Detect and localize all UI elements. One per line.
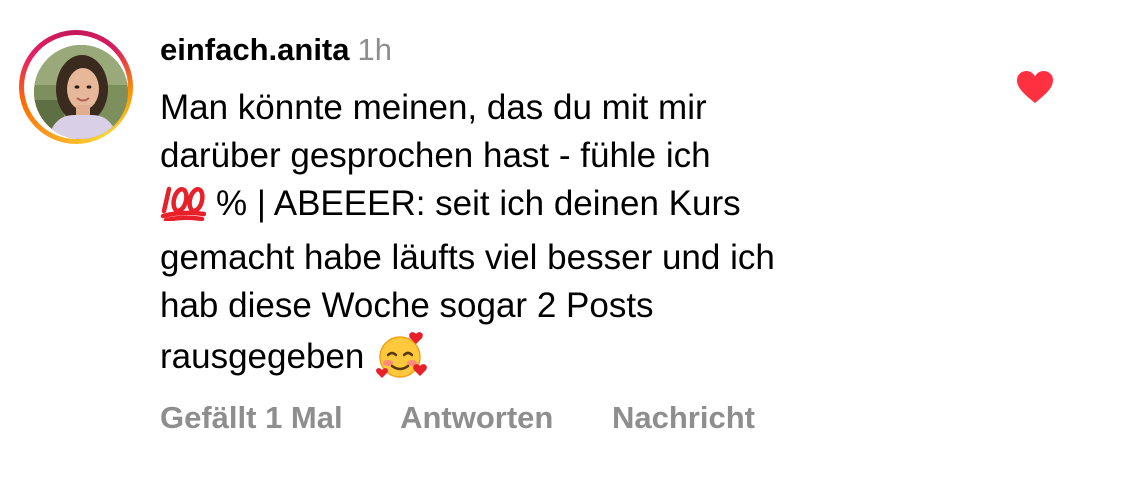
comment-line: % | ABEEER: seit ich deinen Kurs [160,180,960,234]
avatar[interactable] [19,30,133,144]
username[interactable]: einfach.anita [160,32,350,67]
comment-line-text: rausgegeben [160,337,365,376]
comment-line-text: % | ABEEER: seit ich deinen Kurs [216,184,741,223]
comment-line: rausgegeben [160,330,960,393]
reply-button[interactable]: Antworten [400,400,553,435]
likes-count-link[interactable]: Gefällt 1 Mal [160,400,343,435]
comment-text: Man könnte meinen, das du mit mir darübe… [160,84,960,393]
profile-photo [34,45,128,139]
comment-header: einfach.anita 1h [160,28,392,72]
hundred-points-emoji [160,183,207,234]
comment-item: einfach.anita 1h Man könnte meinen, das d… [0,0,1125,480]
message-button[interactable]: Nachricht [612,400,755,435]
profile-photo-illustration [34,45,128,139]
comment-line: Man könnte meinen, das du mit mir [160,88,707,127]
like-heart-icon[interactable] [1016,70,1054,104]
comment-line: darüber gesprochen hast - fühle ich [160,136,711,175]
timestamp: 1h [357,32,392,67]
comment-line: gemacht habe läufts viel besser und ich [160,238,775,277]
comment-actions: Gefällt 1 Mal Antworten Nachricht [160,396,805,440]
smiling-face-with-hearts-emoji [376,330,428,393]
comment-line: hab diese Woche sogar 2 Posts [160,286,654,325]
